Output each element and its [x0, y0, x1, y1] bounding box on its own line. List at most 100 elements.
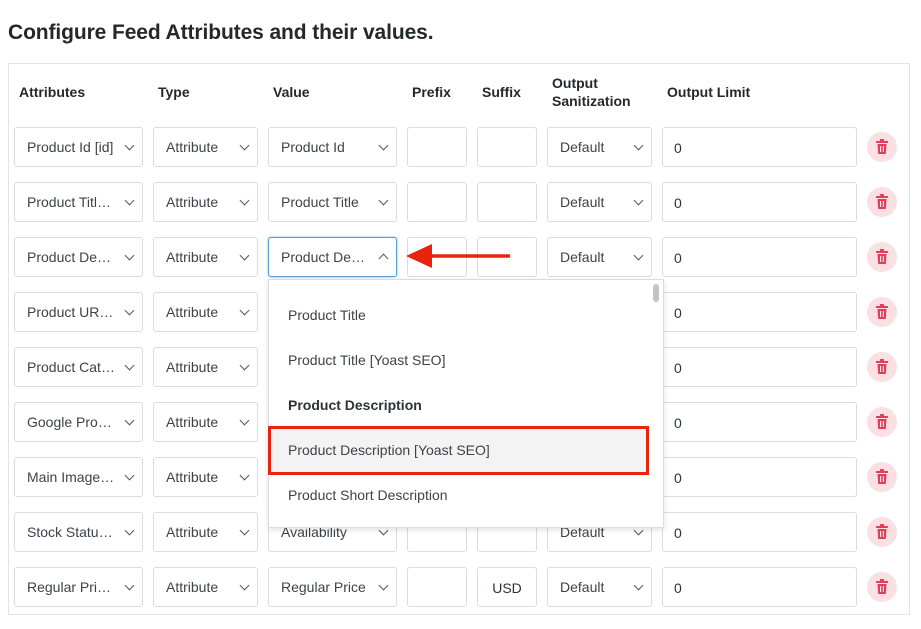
col-header-value: Value	[273, 84, 310, 100]
value-select-chevron-wrap	[268, 237, 397, 277]
output-limit-input[interactable]: 0	[662, 457, 857, 497]
attribute-select-chevron-wrap	[14, 127, 143, 167]
chevron-down-icon	[124, 250, 135, 261]
chevron-down-icon	[124, 140, 135, 151]
type-select-chevron-wrap	[153, 567, 258, 607]
highlight-annotation-box	[268, 426, 649, 475]
trash-icon	[876, 524, 888, 539]
type-select-chevron-wrap	[153, 237, 258, 277]
chevron-down-icon	[239, 415, 250, 426]
attribute-select-chevron-wrap	[14, 347, 143, 387]
output-limit-input[interactable]: 0	[662, 127, 857, 167]
trash-icon	[876, 469, 888, 484]
value-select-chevron-wrap	[268, 127, 397, 167]
dropdown-group-label: Product Description	[288, 397, 422, 413]
trash-icon	[876, 414, 888, 429]
prefix-input[interactable]	[407, 127, 467, 167]
output-limit-input[interactable]: 0	[662, 347, 857, 387]
value-dropdown-menu[interactable]: Product Title Product Title [Yoast SEO] Pr…	[268, 279, 664, 528]
chevron-down-icon	[124, 415, 135, 426]
sanitization-select-chevron-wrap	[547, 567, 652, 607]
chevron-down-icon	[239, 580, 250, 591]
chevron-down-icon	[239, 525, 250, 536]
type-select-chevron-wrap	[153, 127, 258, 167]
delete-row-button[interactable]	[867, 462, 897, 492]
delete-row-button[interactable]	[867, 352, 897, 382]
chevron-down-icon	[124, 470, 135, 481]
chevron-down-icon	[124, 305, 135, 316]
value-select-chevron-wrap	[268, 182, 397, 222]
chevron-down-icon	[124, 360, 135, 371]
attribute-select-chevron-wrap	[14, 182, 143, 222]
chevron-down-icon	[239, 360, 250, 371]
trash-icon	[876, 579, 888, 594]
chevron-down-icon	[124, 580, 135, 591]
trash-icon	[876, 359, 888, 374]
sanitization-select-chevron-wrap	[547, 237, 652, 277]
output-limit-input[interactable]: 0	[662, 512, 857, 552]
chevron-down-icon	[633, 580, 644, 591]
output-limit-input[interactable]: 0	[662, 292, 857, 332]
output-limit-input[interactable]: 0	[662, 402, 857, 442]
chevron-down-icon	[378, 140, 389, 151]
output-limit-input[interactable]: 0	[662, 237, 857, 277]
col-header-attributes: Attributes	[19, 84, 86, 100]
output-limit-input[interactable]: 0	[662, 567, 857, 607]
type-select-chevron-wrap	[153, 292, 258, 332]
delete-row-button[interactable]	[867, 572, 897, 602]
sanitization-select-chevron-wrap	[547, 127, 652, 167]
col-header-output-limit: Output Limit	[667, 84, 751, 100]
col-header-sanitization: Output Sanitization	[552, 74, 631, 110]
col-header-sanitization-line1: Output	[552, 75, 598, 91]
trash-icon	[876, 194, 888, 209]
chevron-down-icon	[124, 525, 135, 536]
type-select-chevron-wrap	[153, 402, 258, 442]
arrow-left-icon	[406, 244, 510, 268]
chevron-down-icon	[633, 140, 644, 151]
trash-icon	[876, 139, 888, 154]
delete-row-button[interactable]	[867, 242, 897, 272]
type-select-chevron-wrap	[153, 182, 258, 222]
chevron-down-icon	[239, 305, 250, 316]
attribute-select-chevron-wrap	[14, 237, 143, 277]
chevron-down-icon	[633, 195, 644, 206]
chevron-down-icon	[378, 195, 389, 206]
dropdown-scrollbar[interactable]	[653, 284, 659, 302]
chevron-down-icon	[378, 580, 389, 591]
page-heading: Configure Feed Attributes and their valu…	[8, 21, 434, 44]
chevron-down-icon	[239, 195, 250, 206]
prefix-input[interactable]	[407, 182, 467, 222]
chevron-up-icon	[378, 253, 389, 264]
suffix-input[interactable]: USD	[477, 567, 537, 607]
type-select-chevron-wrap	[153, 347, 258, 387]
attribute-select-chevron-wrap	[14, 457, 143, 497]
dropdown-option[interactable]: Product Title	[269, 293, 649, 338]
col-header-prefix: Prefix	[412, 84, 451, 100]
sanitization-select-chevron-wrap	[547, 182, 652, 222]
chevron-down-icon	[239, 250, 250, 261]
delete-row-button[interactable]	[867, 517, 897, 547]
dropdown-option[interactable]: Product Short Description	[269, 473, 649, 518]
value-select-chevron-wrap	[268, 567, 397, 607]
trash-icon	[876, 249, 888, 264]
attribute-select-chevron-wrap	[14, 567, 143, 607]
delete-row-button[interactable]	[867, 407, 897, 437]
delete-row-button[interactable]	[867, 297, 897, 327]
prefix-input[interactable]	[407, 567, 467, 607]
chevron-down-icon	[239, 470, 250, 481]
attribute-select-chevron-wrap	[14, 292, 143, 332]
suffix-input[interactable]	[477, 127, 537, 167]
col-header-type: Type	[158, 84, 190, 100]
dropdown-option[interactable]: Product Title [Yoast SEO]	[269, 338, 649, 383]
output-limit-input[interactable]: 0	[662, 182, 857, 222]
type-select-chevron-wrap	[153, 512, 258, 552]
delete-row-button[interactable]	[867, 187, 897, 217]
delete-row-button[interactable]	[867, 132, 897, 162]
attribute-select-chevron-wrap	[14, 512, 143, 552]
suffix-input[interactable]	[477, 182, 537, 222]
col-header-suffix: Suffix	[482, 84, 521, 100]
chevron-down-icon	[239, 140, 250, 151]
trash-icon	[876, 304, 888, 319]
type-select-chevron-wrap	[153, 457, 258, 497]
attribute-select-chevron-wrap	[14, 402, 143, 442]
